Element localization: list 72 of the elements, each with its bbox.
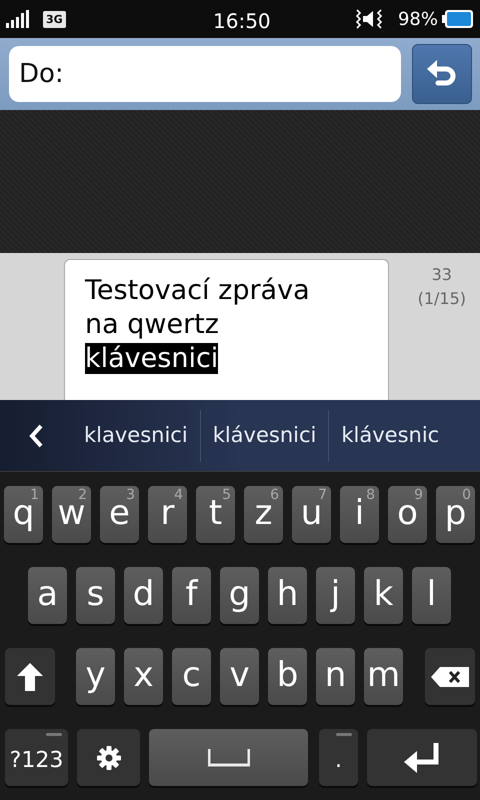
key-hint: 8 — [366, 486, 375, 504]
space-key[interactable] — [149, 729, 308, 786]
backspace-icon — [431, 666, 469, 686]
key[interactable]: a — [28, 567, 67, 624]
key[interactable]: n — [316, 648, 355, 705]
chevron-left-icon — [28, 424, 44, 448]
key[interactable]: c — [172, 648, 211, 705]
suggestion-chip[interactable]: klávesnic — [329, 400, 452, 471]
key[interactable]: k — [364, 567, 403, 624]
message-field[interactable]: Testovací zpráva na qwertz klávesnici — [64, 259, 389, 400]
key[interactable]: x — [124, 648, 163, 705]
clock-time: 16:50 — [213, 8, 271, 35]
settings-icon — [96, 744, 122, 770]
recipient-field[interactable]: Do: — [9, 46, 402, 102]
key[interactable]: s — [76, 567, 115, 624]
shift-key[interactable] — [5, 648, 55, 705]
key-label: k — [374, 576, 394, 610]
vibrate-icon — [354, 8, 384, 30]
key-label: g — [228, 576, 250, 610]
key-label: a — [37, 576, 58, 610]
character-count: 33 — [432, 264, 452, 286]
key[interactable]: l — [412, 567, 451, 624]
back-button[interactable] — [412, 44, 472, 104]
space-icon — [208, 748, 250, 766]
symbols-key[interactable]: ?123 — [5, 729, 68, 786]
enter-icon — [404, 742, 440, 772]
key-label: . — [335, 750, 342, 772]
key[interactable]: d — [124, 567, 163, 624]
key-hint: 4 — [174, 486, 183, 504]
key-label: x — [133, 658, 154, 692]
enter-key[interactable] — [367, 729, 477, 786]
key-hint: 0 — [462, 486, 471, 504]
key-label: d — [132, 576, 154, 610]
key-label: n — [324, 658, 346, 692]
key-label: s — [86, 576, 104, 610]
key-label: h — [276, 576, 298, 610]
battery-percent: 98% — [398, 8, 438, 32]
delete-key[interactable] — [425, 648, 475, 705]
suggestion-chip[interactable]: klávesnici — [200, 400, 328, 471]
key-label: j — [330, 576, 340, 610]
key-label: l — [426, 576, 436, 610]
key-label: i — [354, 496, 364, 530]
key-label: f — [186, 576, 198, 610]
key-label: c — [182, 658, 201, 692]
key-hint: 1 — [30, 486, 39, 504]
battery-icon — [442, 9, 474, 29]
message-text: Testovací zpráva na qwertz klávesnici — [85, 274, 311, 376]
key[interactable]: v — [220, 648, 259, 705]
key-label: v — [229, 658, 250, 692]
key-label: ?123 — [10, 750, 64, 772]
suggestion-chip[interactable]: klavesnici — [72, 400, 200, 471]
key[interactable]: b — [268, 648, 307, 705]
key[interactable]: g — [220, 567, 259, 624]
settings-key[interactable] — [77, 729, 140, 786]
key-hint: 5 — [222, 486, 231, 504]
key-label: r — [160, 496, 174, 530]
key[interactable]: f — [172, 567, 211, 624]
period-key[interactable]: . — [319, 729, 358, 786]
key-label: m — [366, 658, 400, 692]
key-label: z — [254, 496, 272, 530]
up-arrow-icon — [16, 662, 44, 692]
sms-count: (1/15) — [418, 288, 466, 310]
key[interactable]: j — [316, 567, 355, 624]
key[interactable]: h — [268, 567, 307, 624]
key-label: y — [85, 658, 106, 692]
network-badge: 3G — [43, 10, 66, 28]
key[interactable]: m — [364, 648, 403, 705]
key-label: b — [276, 658, 298, 692]
key-label: t — [208, 496, 222, 530]
key-hint: 6 — [270, 486, 279, 504]
signal-icon — [6, 10, 30, 28]
key[interactable]: y — [76, 648, 115, 705]
